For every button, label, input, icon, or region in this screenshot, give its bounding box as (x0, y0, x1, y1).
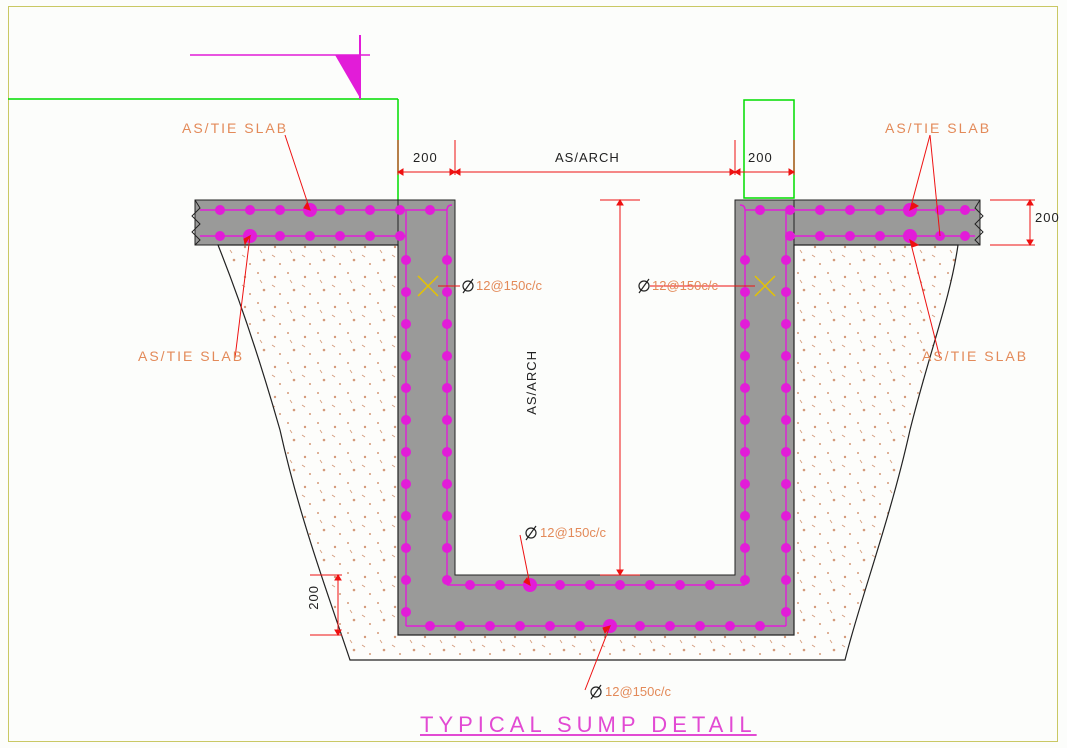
label-as-tie-slab-tr: AS/TIE SLAB (885, 120, 991, 136)
dim-as-arch-h: AS/ARCH (555, 150, 620, 165)
label-as-tie-slab-tl: AS/TIE SLAB (182, 120, 288, 136)
rebar-base-top: 12@150c/c (540, 525, 606, 540)
rebar-base-bottom: 12@150c/c (605, 684, 671, 699)
drawing-title: TYPICAL SUMP DETAIL (420, 712, 757, 738)
sump-concrete (398, 200, 794, 635)
section-marker-triangle (335, 55, 360, 98)
section-stub-right (744, 100, 794, 198)
dim-as-arch-v: AS/ARCH (524, 350, 539, 415)
rebar-left-wall: 12@150c/c (476, 278, 542, 293)
label-as-tie-slab-bl: AS/TIE SLAB (138, 348, 244, 364)
dim-base-200: 200 (306, 585, 321, 610)
dim-wall-right: 200 (748, 150, 773, 165)
dim-wall-left: 200 (413, 150, 438, 165)
dim-slab-200: 200 (1035, 210, 1060, 225)
label-as-tie-slab-br: AS/TIE SLAB (922, 348, 1028, 364)
rebar-right-wall: 12@150c/c (652, 278, 718, 293)
